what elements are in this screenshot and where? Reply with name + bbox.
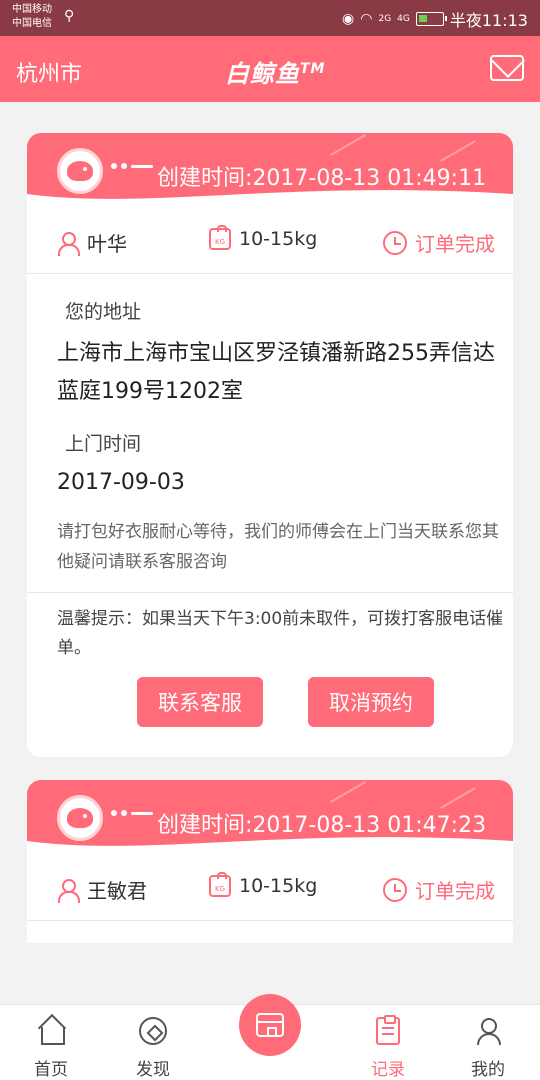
mail-icon[interactable] — [490, 55, 524, 81]
dots-decoration — [111, 810, 153, 816]
divider — [27, 592, 513, 593]
weight-value: 10-15kg — [239, 875, 318, 897]
order-user: 叶华 — [57, 228, 127, 257]
order-info-row: 王敏君 KG 10-15kg 订单完成 — [27, 855, 513, 921]
whale-avatar — [57, 795, 103, 841]
created-value: 2017-08-13 01:47:23 — [252, 813, 487, 838]
header-shine — [330, 134, 366, 156]
order-info-row: 叶华 KG 10-15kg 订单完成 — [27, 208, 513, 274]
kg-bag-icon: KG — [209, 872, 231, 897]
created-time: 创建时间:2017-08-13 01:47:23 — [157, 807, 486, 839]
wifi-icon: ◠ — [360, 11, 373, 27]
battery-icon — [415, 12, 447, 26]
whale-avatar — [57, 148, 103, 194]
status-bar: 中国移动 中国电信 ⚲ ◉ ◠ 2G 4G 半夜11:13 — [0, 0, 540, 36]
order-tip: 温馨提示：如果当天下午3:00前未取件，可拨打客服电话催单。 — [57, 609, 504, 658]
order-weight: KG 10-15kg — [209, 872, 318, 897]
carrier-1: 中国移动 — [12, 4, 52, 15]
center-store-button[interactable] — [239, 994, 301, 1056]
created-value: 2017-08-13 01:49:11 — [252, 166, 487, 191]
weight-value: 10-15kg — [239, 228, 318, 250]
clock-icon — [383, 230, 407, 255]
status-text: 订单完成 — [415, 232, 495, 256]
person-icon — [57, 878, 80, 903]
user-name: 叶华 — [87, 232, 127, 256]
header-shine — [440, 787, 476, 809]
store-icon — [256, 1013, 284, 1037]
brand-logo: 白鲸鱼TM — [225, 54, 325, 89]
created-label: 创建时间: — [157, 166, 253, 191]
clipboard-icon — [376, 1015, 400, 1045]
carrier-2: 中国电信 — [12, 18, 52, 29]
created-label: 创建时间: — [157, 813, 253, 838]
nav-mine-label: 我的 — [471, 1060, 505, 1080]
nav-home-label: 首页 — [34, 1060, 68, 1080]
status-right: ◉ ◠ 2G 4G 半夜11:13 — [342, 7, 528, 31]
order-status: 订单完成 — [383, 875, 495, 904]
order-weight: KG 10-15kg — [209, 225, 318, 250]
home-icon — [37, 1017, 65, 1045]
person-icon — [474, 1017, 502, 1045]
nav-mine[interactable]: 我的 — [448, 1005, 528, 1080]
header-shine — [440, 140, 476, 162]
nav-records[interactable]: 记录 — [348, 1005, 428, 1080]
clock-icon — [383, 877, 407, 902]
visit-label: 上门时间 — [65, 433, 142, 455]
order-card-header: 创建时间:2017-08-13 01:49:11 — [27, 133, 513, 208]
nav-discover[interactable]: 发现 — [113, 1005, 193, 1080]
brand-trademark: TM — [300, 61, 326, 77]
order-user: 王敏君 — [57, 875, 147, 904]
visit-date: 2017-09-03 — [57, 470, 185, 495]
app-header: 杭州市 白鲸鱼TM — [0, 36, 540, 102]
user-name: 王敏君 — [87, 879, 147, 903]
address-label: 您的地址 — [65, 301, 142, 323]
contact-service-button[interactable]: 联系客服 — [137, 677, 263, 727]
cancel-booking-button[interactable]: 取消预约 — [308, 677, 434, 727]
order-note: 请打包好衣服耐心等待，我们的师傅会在上门当天联系您其他疑问请联系客服咨询 — [57, 522, 499, 572]
address-value: 上海市上海市宝山区罗泾镇潘新路255弄信达蓝庭199号1202室 — [57, 341, 495, 404]
carrier-info: 中国移动 中国电信 — [12, 3, 52, 31]
location-icon: ◉ — [342, 11, 355, 27]
order-status: 订单完成 — [383, 228, 495, 257]
signal-1-icon: 2G — [378, 14, 392, 24]
status-text: 订单完成 — [415, 879, 495, 903]
person-icon — [57, 231, 80, 256]
nav-records-label: 记录 — [371, 1060, 405, 1080]
order-card: 创建时间:2017-08-13 01:49:11 叶华 KG 10-15kg 订单… — [27, 133, 513, 757]
signal-2-icon: 4G — [397, 14, 410, 24]
whale-icon — [67, 808, 93, 828]
header-shine — [330, 781, 366, 803]
nav-discover-label: 发现 — [136, 1060, 170, 1080]
created-time: 创建时间:2017-08-13 01:49:11 — [157, 160, 486, 192]
compass-icon — [139, 1017, 167, 1045]
usb-icon: ⚲ — [64, 8, 75, 24]
whale-icon — [67, 161, 93, 181]
clock-time: 半夜11:13 — [449, 11, 528, 30]
dots-decoration — [111, 163, 153, 169]
order-card-header: 创建时间:2017-08-13 01:47:23 — [27, 780, 513, 855]
kg-bag-icon: KG — [209, 225, 231, 250]
nav-home[interactable]: 首页 — [11, 1005, 91, 1080]
brand-name: 白鲸鱼 — [225, 60, 300, 88]
order-card: 创建时间:2017-08-13 01:47:23 王敏君 KG 10-15kg 订… — [27, 780, 513, 943]
city-selector[interactable]: 杭州市 — [16, 56, 82, 88]
